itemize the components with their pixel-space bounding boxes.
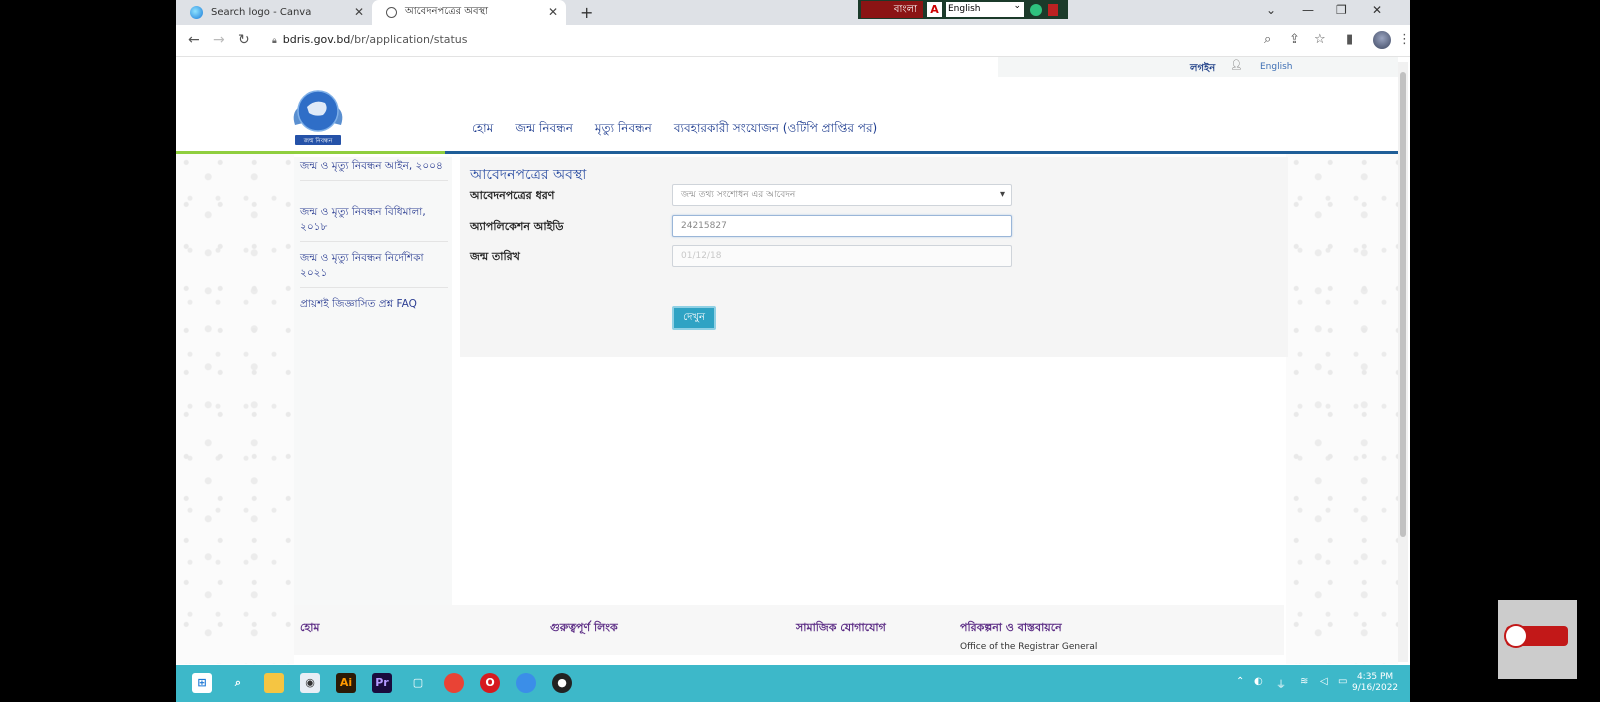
record-ring-icon xyxy=(1504,624,1528,648)
new-tab-button[interactable]: + xyxy=(580,3,593,22)
sidebar-item-guideline-2021[interactable]: জন্ম ও মৃত্যু নিবন্ধন নির্দেশিকা ২০২১ xyxy=(300,251,448,288)
decorative-pattern-left xyxy=(176,154,294,664)
birth-date-input[interactable]: 01/12/18 xyxy=(672,245,1012,267)
volume-icon[interactable]: ◁ xyxy=(1320,676,1328,687)
address-bar-row: ← → ↻ 🔒︎ bdris.gov.bd/br/application/stat… xyxy=(176,25,1410,57)
bookmark-star-icon[interactable]: ☆ xyxy=(1314,32,1326,47)
nav-user-add[interactable]: ব্যবহারকারী সংযোজন (ওটিপি প্রাপ্তির পর) xyxy=(674,120,877,140)
ime-language-select[interactable]: English xyxy=(946,0,1024,17)
tab-application-status[interactable]: আবেদনপত্রের অবস্থা ✕ xyxy=(372,0,566,25)
header-divider xyxy=(176,151,1398,154)
recorder-icon[interactable]: ● xyxy=(552,673,572,693)
file-explorer-icon[interactable] xyxy=(264,673,284,693)
tray-mic-icon[interactable]: ⏚ xyxy=(1276,676,1286,691)
tab-title: আবেদনপত্রের অবস্থা xyxy=(405,6,489,17)
url-path: /br/application/status xyxy=(350,33,468,46)
nav-home[interactable]: হোম xyxy=(472,120,493,140)
footer-social: সামাজিক যোগাযোগ xyxy=(796,621,886,634)
nav-birth-registration[interactable]: জন্ম নিবন্ধন xyxy=(515,120,573,140)
close-tab-icon[interactable]: ✕ xyxy=(548,5,558,19)
clock-time: 4:35 PM xyxy=(1356,672,1394,682)
windows-taskbar: ⊞ ⌕ ◉ Ai Pr ▢ O ● ⌃ ◐ ⏚ ≋ ◁ ▭ 4:35 PM 9/… xyxy=(176,665,1410,702)
tray-chevron-icon[interactable]: ⌃ xyxy=(1236,676,1244,687)
battery-icon[interactable]: ▭ xyxy=(1338,676,1347,687)
site-logo[interactable]: জন্ম নিবন্ধন xyxy=(289,87,347,147)
profile-avatar[interactable] xyxy=(1373,31,1391,49)
footer-important-links: গুরুত্বপূর্ণ লিংক xyxy=(550,621,618,634)
nav-death-registration[interactable]: মৃত্যু নিবন্ধন xyxy=(595,120,652,140)
sidebar: জন্ম ও মৃত্যু নিবন্ধন আইন, ২০০৪ জন্ম ও ম… xyxy=(294,157,452,612)
footer-office-link[interactable]: Office of the Registrar General xyxy=(960,642,1097,652)
logo-caption: জন্ম নিবন্ধন xyxy=(303,138,333,145)
snipping-tool-icon[interactable]: ▢ xyxy=(408,673,428,693)
footer: হোম গুরুত্বপূর্ণ লিংক সামাজিক যোগাযোগ পর… xyxy=(294,605,1284,655)
globe-icon xyxy=(386,7,397,18)
url-field[interactable]: 🔒︎ bdris.gov.bd/br/application/status xyxy=(272,33,468,46)
language-toggle-link[interactable]: English xyxy=(1260,62,1293,72)
footer-planning: পরিকল্পনা ও বাস্তবায়নে xyxy=(960,621,1062,634)
application-id-input[interactable]: 24215827 xyxy=(672,215,1012,237)
user-icon: 👤︎ xyxy=(1230,60,1243,71)
wifi-icon[interactable]: ≋ xyxy=(1300,676,1308,687)
side-panel-icon[interactable]: ▮ xyxy=(1346,32,1353,47)
app-icon[interactable]: ◉ xyxy=(300,673,320,693)
application-id-label: অ্যাপলিকেশন আইডি xyxy=(470,220,564,233)
footer-home[interactable]: হোম xyxy=(300,619,320,638)
chrome-alt-icon[interactable] xyxy=(516,673,536,693)
forward-icon[interactable]: → xyxy=(213,32,225,48)
premiere-icon[interactable]: Pr xyxy=(372,673,392,693)
birth-date-label: জন্ম তারিখ xyxy=(470,250,520,263)
page-scrollbar[interactable] xyxy=(1398,62,1408,662)
page-title: আবেদনপত্রের অবস্থা xyxy=(470,167,587,183)
url-host: bdris.gov.bd xyxy=(282,33,351,46)
start-icon[interactable]: ⊞ xyxy=(192,673,212,693)
chrome-icon[interactable] xyxy=(444,673,464,693)
close-window-icon[interactable]: ✕ xyxy=(1372,3,1382,17)
restore-icon[interactable]: ❐ xyxy=(1336,3,1347,17)
application-type-label: আবেদনপত্রের ধরণ xyxy=(470,189,555,202)
screen: Search logo - Canva ✕ আবেদনপত্রের অবস্থা… xyxy=(176,0,1410,702)
application-status-form: আবেদনপত্রের অবস্থা আবেদনপত্রের ধরণ জন্ম … xyxy=(460,157,1288,357)
login-link[interactable]: লগইন xyxy=(1190,61,1215,78)
tab-title: Search logo - Canva xyxy=(211,7,312,18)
opera-icon[interactable]: O xyxy=(480,673,500,693)
ime-status-icon[interactable] xyxy=(1030,3,1042,16)
sidebar-item-faq[interactable]: প্রায়শই জিজ্ঞাসিত প্রশ্ন FAQ xyxy=(300,297,448,318)
application-type-select[interactable]: জন্ম তথ্য সংশোধন এর আবেদন xyxy=(672,184,1012,206)
ime-close-icon[interactable] xyxy=(1048,3,1058,16)
share-icon[interactable]: ⇪ xyxy=(1289,32,1300,47)
search-icon[interactable]: ⌕ xyxy=(228,673,248,693)
reload-icon[interactable]: ↻ xyxy=(238,32,250,48)
zoom-icon[interactable]: ⌕ xyxy=(1264,32,1271,47)
search-button[interactable]: দেখুন xyxy=(672,306,716,330)
decorative-pattern-right xyxy=(1286,154,1398,664)
sidebar-item-rules-2018[interactable]: জন্ম ও মৃত্যু নিবন্ধন বিধিমালা, ২০১৮ xyxy=(300,205,448,242)
canva-favicon-icon xyxy=(190,6,203,19)
ime-a-icon[interactable]: A xyxy=(927,2,942,17)
scrollbar-thumb[interactable] xyxy=(1400,72,1406,537)
sidebar-item-act-2004[interactable]: জন্ম ও মৃত্যু নিবন্ধন আইন, ২০০৪ xyxy=(300,159,448,181)
close-tab-icon[interactable]: ✕ xyxy=(354,5,364,19)
clock-date: 9/16/2022 xyxy=(1352,683,1399,693)
tab-canva[interactable]: Search logo - Canva ✕ xyxy=(176,0,372,25)
main-navigation: হোম জন্ম নিবন্ধন মৃত্যু নিবন্ধন ব্যবহারক… xyxy=(472,120,899,140)
tab-search-icon[interactable]: ⌄ xyxy=(1266,3,1276,17)
ime-script-button[interactable]: বাংলা xyxy=(861,1,923,18)
tray-app-icon[interactable]: ◐ xyxy=(1254,676,1263,687)
menu-icon[interactable]: ⋮ xyxy=(1398,32,1410,47)
illustrator-icon[interactable]: Ai xyxy=(336,673,356,693)
minimize-icon[interactable]: — xyxy=(1302,3,1314,17)
keyboard-ime-toolbar: বাংলা A English xyxy=(858,0,1068,19)
web-page: লগইন 👤︎ English জন্ম নিবন্ধন হোম জন্ম নি… xyxy=(176,57,1410,665)
clock[interactable]: 4:35 PM 9/16/2022 xyxy=(1352,672,1398,694)
lock-icon: 🔒︎ xyxy=(272,36,277,46)
back-icon[interactable]: ← xyxy=(188,32,200,48)
recording-overlay[interactable] xyxy=(1498,600,1577,679)
browser-tab-bar: Search logo - Canva ✕ আবেদনপত্রের অবস্থা… xyxy=(176,0,1410,25)
